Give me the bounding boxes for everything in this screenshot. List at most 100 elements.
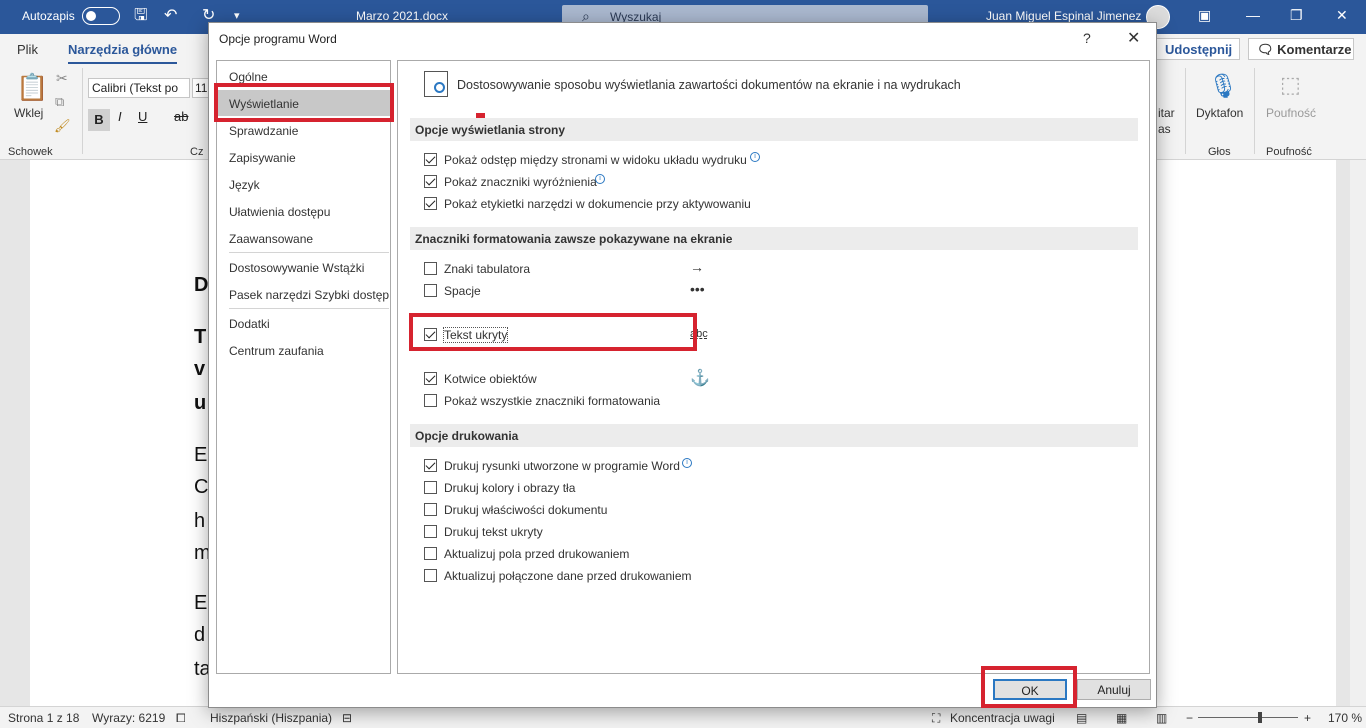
nav-item-customize-ribbon[interactable]: Dostosowywanie Wstążki	[217, 254, 390, 280]
zoom-level[interactable]: 170 %	[1328, 711, 1362, 725]
checkbox[interactable]	[424, 372, 437, 385]
checkbox[interactable]	[424, 394, 437, 407]
checkbox[interactable]	[424, 175, 437, 188]
page-count[interactable]: Strona 1 z 18	[8, 711, 79, 725]
share-button[interactable]: Udostępnij	[1150, 38, 1240, 60]
option-label: Pokaż odstęp między stronami w widoku uk…	[444, 153, 747, 167]
font-name-dropdown[interactable]: Calibri (Tekst po	[88, 78, 190, 98]
print-layout-icon[interactable]: ▦	[1116, 711, 1127, 725]
checkbox[interactable]	[424, 525, 437, 538]
checkbox[interactable]	[424, 481, 437, 494]
tab-home[interactable]: Narzędzia główne	[68, 42, 178, 65]
doc-text: E	[194, 592, 208, 614]
option-label: Drukuj kolory i obrazy tła	[444, 481, 576, 495]
cancel-button[interactable]: Anuluj	[1077, 679, 1151, 700]
word-count[interactable]: Wyrazy: 6219	[92, 711, 165, 725]
section-formatting-marks: Znaczniki formatowania zawsze pokazywane…	[410, 227, 1138, 250]
italic-button[interactable]: I	[118, 109, 122, 124]
help-icon[interactable]: ?	[1083, 30, 1091, 46]
zoom-slider[interactable]	[1198, 717, 1298, 718]
voice-group-label: Głos	[1208, 146, 1231, 158]
display-options-panel: Dostosowywanie sposobu wyświetlania zawa…	[397, 60, 1150, 674]
option-label: Aktualizuj pola przed drukowaniem	[444, 547, 630, 561]
autosave-label: Autozapis	[22, 9, 75, 23]
display-options-icon	[424, 71, 448, 97]
close-window-icon[interactable]: ✕	[1336, 7, 1348, 24]
autosave-toggle-icon[interactable]	[82, 7, 120, 25]
comments-button[interactable]: 🗨 Komentarze	[1248, 38, 1354, 60]
read-mode-icon[interactable]: ▤	[1076, 711, 1087, 725]
nav-item-quick-access-toolbar[interactable]: Pasek narzędzi Szybki dostęp	[217, 281, 390, 307]
minimize-icon[interactable]: —	[1246, 7, 1260, 23]
panel-header: Dostosowywanie sposobu wyświetlania zawa…	[457, 78, 961, 92]
highlight-box-ok	[981, 666, 1077, 708]
highlight-box-hidden-text	[409, 313, 697, 351]
checkbox[interactable]	[424, 459, 437, 472]
checkbox[interactable]	[424, 547, 437, 560]
focus-mode-button[interactable]: Koncentracja uwagi	[950, 711, 1055, 725]
nav-item-save[interactable]: Zapisywanie	[217, 144, 390, 170]
ribbon-separator	[82, 68, 83, 154]
doc-text: C	[194, 476, 209, 498]
checkbox[interactable]	[424, 262, 437, 275]
comment-icon: 🗨	[1257, 42, 1278, 57]
checkbox[interactable]	[424, 350, 437, 363]
option-label: Łączniki opcjonalne	[444, 350, 549, 364]
anchor-icon: ⚓	[690, 370, 710, 387]
dictate-button[interactable]: Dyktafon	[1196, 106, 1243, 120]
section-page-display: Opcje wyświetlania strony	[410, 118, 1138, 141]
undo-icon[interactable]: ↶	[164, 6, 177, 26]
ribbon-separator	[1254, 68, 1255, 154]
ribbon-display-icon[interactable]: ▣	[1198, 7, 1211, 24]
save-icon[interactable]: 🖫	[134, 6, 148, 26]
doc-text: h	[194, 510, 206, 532]
focus-icon[interactable]: ⛶	[932, 711, 940, 726]
info-icon: i	[750, 152, 760, 162]
doc-text: d	[194, 624, 206, 646]
nav-item-accessibility[interactable]: Ułatwienia dostępu	[217, 198, 390, 224]
paste-icon[interactable]: 📋	[16, 72, 48, 103]
copy-icon[interactable]: ⧉	[55, 94, 64, 110]
macro-icon[interactable]: ⊟	[342, 711, 352, 725]
document-title: Marzo 2021.docx	[356, 9, 449, 23]
proofing-icon[interactable]: ⧠	[176, 711, 186, 726]
zoom-out-icon[interactable]: −	[1186, 711, 1193, 725]
option-label: Pokaż wszystkie znaczniki formatowania	[444, 394, 661, 408]
zoom-slider-thumb[interactable]	[1258, 712, 1262, 723]
dictate-partial-1: itar	[1158, 106, 1175, 120]
section-printing: Opcje drukowania	[410, 424, 1138, 447]
option-label: Aktualizuj połączone dane przed drukowan…	[444, 569, 692, 583]
ribbon-separator	[1185, 68, 1186, 154]
language-status[interactable]: Hiszpański (Hiszpania)	[210, 711, 332, 725]
microphone-icon[interactable]: 🎙	[1208, 72, 1238, 101]
nav-item-trust-center[interactable]: Centrum zaufania	[217, 337, 390, 363]
restore-icon[interactable]: ❐	[1290, 7, 1303, 24]
paste-label[interactable]: Wklej	[14, 106, 43, 120]
checkbox[interactable]	[424, 503, 437, 516]
strikethrough-button[interactable]: ab	[174, 109, 188, 124]
checkbox[interactable]	[424, 153, 437, 166]
web-layout-icon[interactable]: ▥	[1156, 711, 1167, 725]
highlight-box-display	[214, 83, 394, 122]
clipboard-group-label: Schowek	[8, 146, 53, 158]
checkbox[interactable]	[424, 569, 437, 582]
nav-item-add-ins[interactable]: Dodatki	[217, 310, 390, 336]
tab-file[interactable]: Plik	[17, 42, 38, 57]
format-painter-icon[interactable]: 🖌	[54, 118, 71, 134]
user-name[interactable]: Juan Miguel Espinal Jimenez	[986, 9, 1141, 23]
checkbox[interactable]	[424, 197, 437, 210]
checkbox[interactable]	[424, 284, 437, 297]
option-label: Drukuj właściwości dokumentu	[444, 503, 608, 517]
zoom-in-icon[interactable]: +	[1304, 711, 1311, 725]
nav-item-language[interactable]: Język	[217, 171, 390, 197]
option-label: Kotwice obiektów	[444, 372, 537, 386]
vertical-scrollbar[interactable]	[1350, 160, 1366, 706]
bold-button[interactable]: B	[88, 109, 110, 131]
option-label: Pokaż znaczniki wyróżnienia	[444, 175, 597, 189]
cut-icon[interactable]: ✂	[56, 70, 68, 87]
underline-button[interactable]: U	[138, 109, 147, 124]
close-icon[interactable]: ✕	[1127, 28, 1140, 48]
sensitivity-icon: ⬚	[1280, 72, 1301, 97]
tab-arrow-icon: →	[690, 259, 704, 275]
nav-item-advanced[interactable]: Zaawansowane	[217, 225, 390, 251]
